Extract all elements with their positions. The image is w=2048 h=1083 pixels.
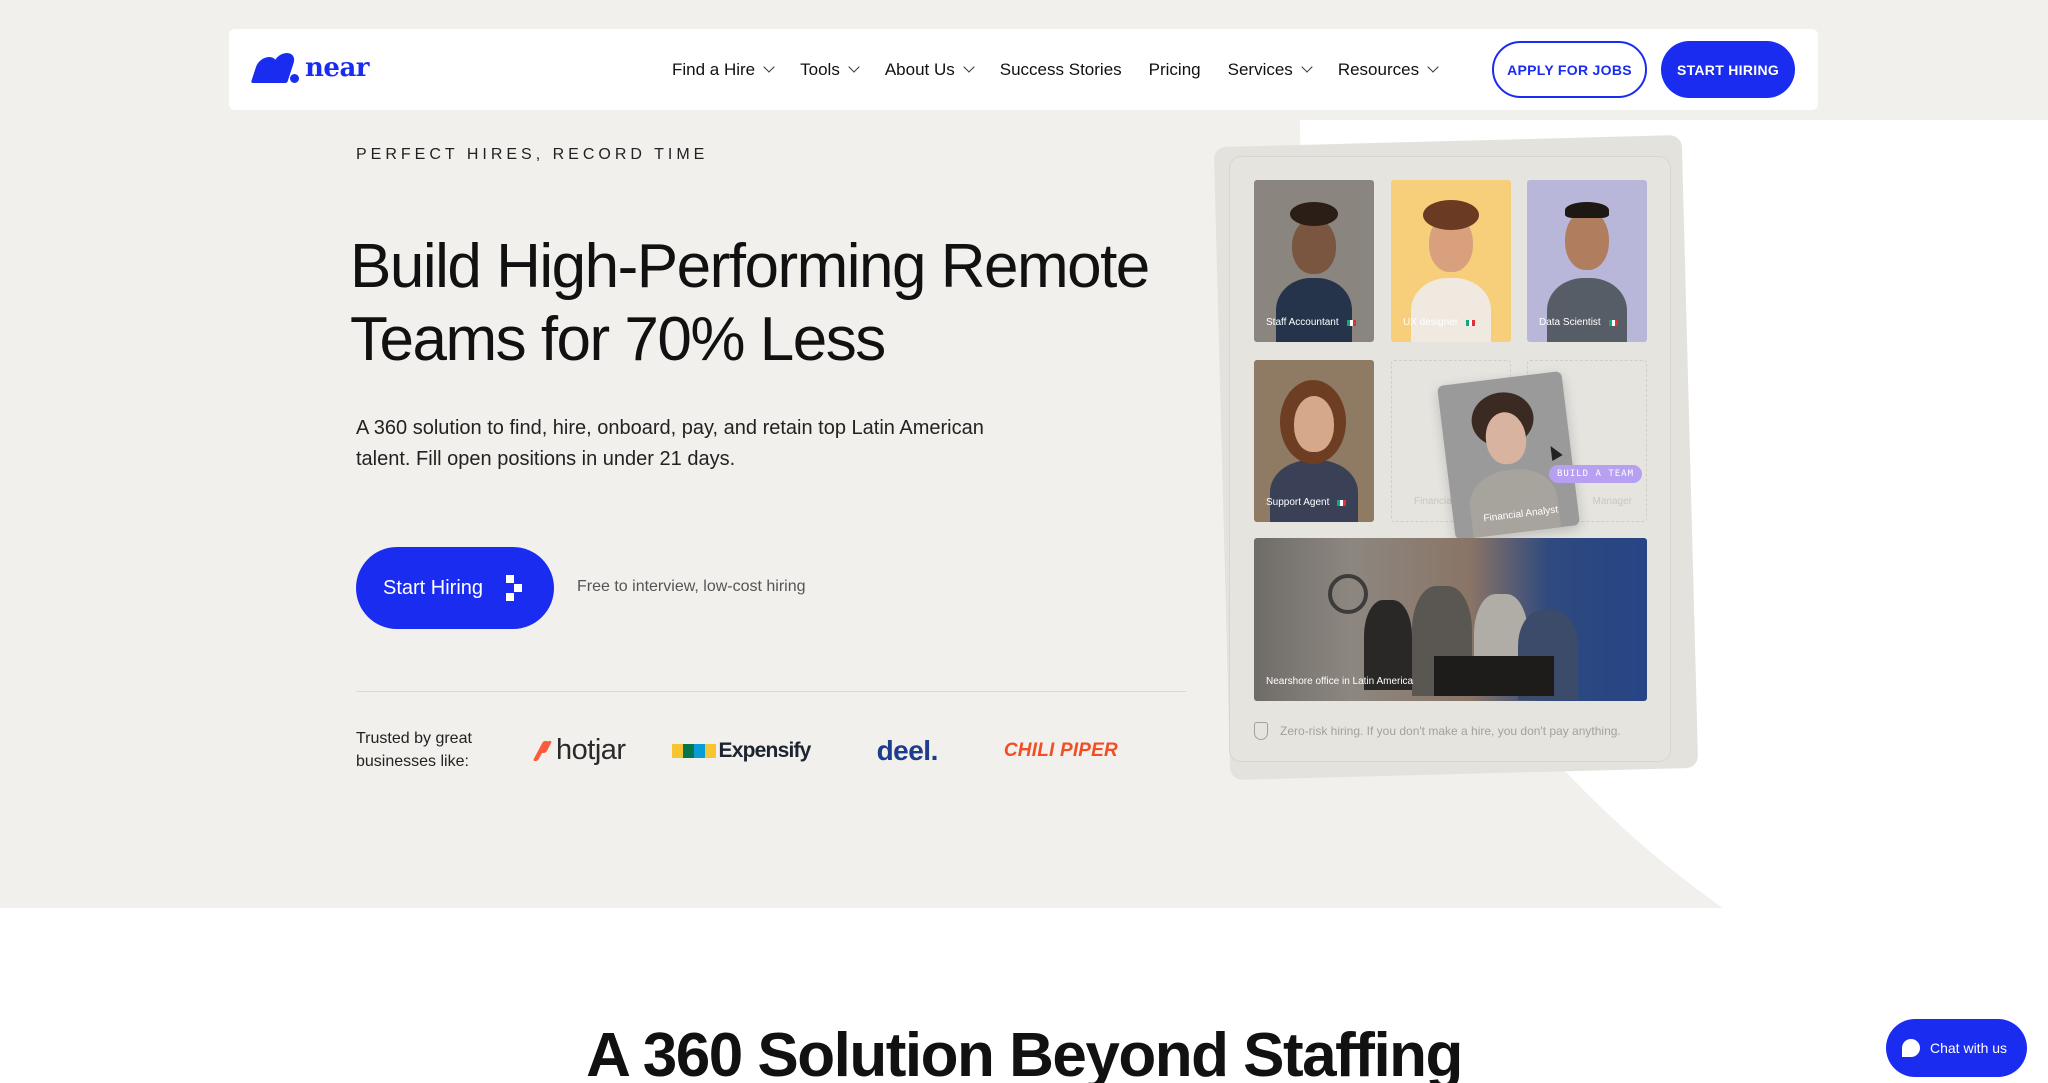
- talent-card-data-scientist: Data Scientist: [1527, 180, 1647, 342]
- chili-piper-logo: CHILI PIPER: [1004, 740, 1118, 762]
- nav-item-success-stories[interactable]: Success Stories: [1000, 60, 1122, 80]
- chevron-down-icon: [848, 61, 860, 73]
- nav-item-find-a-hire[interactable]: Find a Hire: [672, 59, 775, 80]
- hero-subheadline: A 360 solution to find, hire, onboard, p…: [356, 417, 984, 470]
- nav-item-label: Tools: [800, 59, 840, 79]
- ghost-label: Manager: [1592, 496, 1632, 507]
- chat-label: Chat with us: [1930, 1040, 2008, 1056]
- nav-item-resources[interactable]: Resources: [1337, 59, 1439, 80]
- office-photo: Nearshore office in Latin America: [1254, 538, 1647, 701]
- person-body: [1466, 464, 1562, 541]
- card-label: Support Agent: [1266, 497, 1347, 508]
- nav-item-pricing[interactable]: Pricing: [1149, 60, 1201, 80]
- person-head: [1292, 218, 1336, 274]
- person-hair: [1423, 200, 1479, 230]
- hotjar-flame-icon: [532, 740, 553, 762]
- section-title: A 360 Solution Beyond Staffing: [586, 1021, 1463, 1083]
- nav-menu: Find a Hire Tools About Us Success Stori…: [672, 29, 1464, 110]
- card-role: Support Agent: [1266, 497, 1330, 508]
- office-desk: [1434, 656, 1554, 696]
- card-role: Staff Accountant: [1266, 317, 1339, 328]
- top-nav: near Find a Hire Tools About Us Success …: [229, 29, 1818, 110]
- hero-headline: Build High-Performing Remote Teams for 7…: [350, 232, 1150, 374]
- near-logo-icon: [250, 53, 299, 83]
- hero-divider: [356, 691, 1186, 692]
- cta-label: Start Hiring: [383, 576, 484, 599]
- chevron-down-icon: [1427, 61, 1439, 73]
- person-body: [1276, 278, 1352, 342]
- chevron-down-icon: [1301, 61, 1313, 73]
- apply-for-jobs-button[interactable]: APPLY FOR JOBS: [1492, 41, 1647, 98]
- caption-text: Nearshore office in Latin America: [1266, 676, 1414, 687]
- person-head: [1565, 210, 1609, 270]
- brand-logos: hotjar Expensify deel. CHILI PIPER: [532, 734, 1118, 767]
- person-body: [1547, 278, 1627, 342]
- brand-name: CHILI PIPER: [1003, 739, 1118, 761]
- card-role: UX designer: [1403, 317, 1459, 328]
- nav-item-about-us[interactable]: About Us: [884, 59, 975, 80]
- hotjar-logo: hotjar: [532, 734, 626, 767]
- flag-icon: [1608, 319, 1618, 326]
- nav-item-label: Resources: [1337, 59, 1420, 79]
- start-hiring-cta-button[interactable]: Start Hiring: [356, 547, 554, 629]
- nav-item-label: About Us: [884, 59, 955, 79]
- nav-item-label: Find a Hire: [672, 59, 756, 79]
- nav-start-hiring-button[interactable]: START HIRING: [1661, 41, 1795, 98]
- flag-icon: [1346, 319, 1356, 326]
- flag-icon: [1466, 319, 1476, 326]
- cta-note: Free to interview, low-cost hiring: [577, 578, 806, 595]
- expensify-logo: Expensify: [671, 738, 812, 763]
- nav-item-label: Success Stories: [999, 59, 1122, 79]
- card-role: Data Scientist: [1539, 317, 1601, 328]
- brand-name: deel.: [876, 734, 939, 766]
- deel-logo: deel.: [876, 734, 939, 767]
- flag-icon: [1337, 499, 1347, 506]
- nav-item-label: Services: [1227, 59, 1293, 79]
- chevron-down-icon: [763, 61, 775, 73]
- shield-icon: [1254, 722, 1268, 740]
- ghost-label: Financia: [1414, 496, 1452, 507]
- trusted-label: Trusted by great businesses like:: [356, 730, 472, 770]
- person-body: [1411, 278, 1491, 342]
- person-body: [1270, 460, 1358, 522]
- nav-item-tools[interactable]: Tools: [800, 59, 860, 80]
- expensify-mark-icon: [671, 743, 716, 758]
- build-a-team-badge: BUILD A TEAM: [1549, 465, 1643, 483]
- person-head: [1294, 396, 1334, 452]
- hero-eyebrow: PERFECT HIRES, RECORD TIME: [356, 146, 709, 163]
- brand-name: hotjar: [556, 734, 626, 766]
- talent-card-support-agent: Support Agent: [1254, 360, 1374, 522]
- zero-risk-text: Zero-risk hiring. If you don't make a hi…: [1280, 724, 1621, 738]
- logo-text: near: [305, 53, 370, 83]
- hero-background: [0, 0, 2048, 908]
- near-logo[interactable]: near: [250, 53, 370, 83]
- person-hair: [1290, 202, 1338, 226]
- card-label: Data Scientist: [1539, 317, 1618, 328]
- brand-name: Expensify: [718, 738, 812, 762]
- nav-item-services[interactable]: Services: [1227, 59, 1313, 80]
- office-caption: Nearshore office in Latin America: [1266, 676, 1413, 687]
- talent-card-staff-accountant: Staff Accountant: [1254, 180, 1374, 342]
- person-hair: [1565, 202, 1609, 218]
- office-logo-icon: [1328, 574, 1368, 614]
- chevron-down-icon: [963, 61, 975, 73]
- chat-with-us-button[interactable]: Chat with us: [1886, 1019, 2027, 1077]
- card-label: UX designer: [1403, 317, 1476, 328]
- chat-bubble-icon: [1902, 1039, 1920, 1057]
- card-label: Staff Accountant: [1266, 317, 1356, 328]
- talent-card-ux-designer: UX designer: [1391, 180, 1511, 342]
- nav-item-label: Pricing: [1148, 59, 1201, 79]
- pixel-arrow-icon: [506, 575, 528, 601]
- zero-risk-note: Zero-risk hiring. If you don't make a hi…: [1254, 722, 1621, 740]
